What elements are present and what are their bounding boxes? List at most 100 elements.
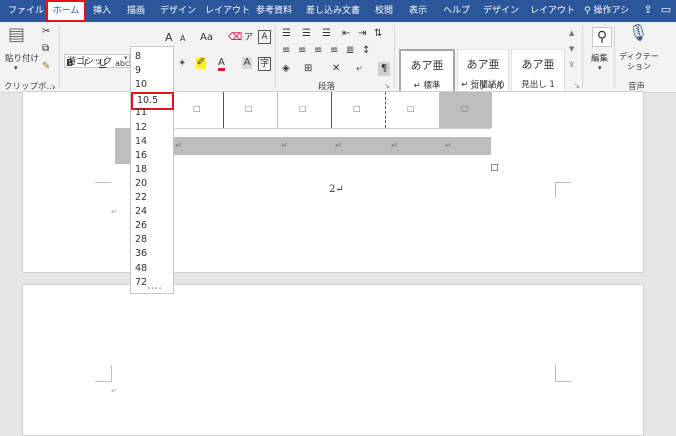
increase-indent-icon[interactable]: ⇥ (358, 27, 366, 41)
document-canvas[interactable]: □ □ □ □ □ □ ↵ ↵ ↵ ↵ ↵ 2↵ ↵ ↵ (0, 91, 676, 436)
tab-review[interactable]: 校閲 (375, 0, 393, 22)
asian-layout-icon[interactable]: ✕ (332, 62, 340, 76)
group-divider (614, 26, 615, 88)
tab-draw[interactable]: 描画 (127, 0, 145, 22)
decrease-indent-icon[interactable]: ⇤ (342, 27, 350, 41)
group-divider (582, 26, 583, 88)
font-size-option[interactable]: 16 (135, 149, 147, 163)
tell-me-search[interactable]: ⚲ 操作アシ (584, 0, 629, 22)
styles-scroll-up-icon[interactable]: ▲ (569, 26, 574, 40)
cell-end-mark-icon: □ (353, 104, 361, 113)
bullets-icon[interactable]: ☰ (282, 27, 291, 41)
paste-button[interactable]: 貼り付け (5, 52, 39, 64)
text-effects-icon[interactable]: ✦ (178, 57, 186, 71)
group-divider (394, 26, 395, 88)
multilevel-list-icon[interactable]: ☰ (322, 27, 331, 41)
underline-button[interactable]: U (99, 57, 106, 71)
style-preview: あア亜 (521, 58, 555, 71)
tab-mailings[interactable]: 差し込み文書 (306, 0, 360, 22)
paste-icon[interactable]: ▤ (8, 26, 25, 44)
font-size-option[interactable]: 12 (135, 121, 147, 135)
justify-icon[interactable]: ≡ (330, 44, 338, 58)
page[interactable]: ↵ (22, 284, 644, 436)
dictate-button[interactable]: ディクテーション (619, 52, 659, 72)
tab-help[interactable]: ヘルプ (443, 0, 470, 22)
highlight-icon[interactable]: ✐ (196, 57, 206, 69)
shading-icon[interactable]: A (242, 57, 252, 69)
borders-icon[interactable]: ⊞ (304, 62, 312, 76)
font-size-option[interactable]: 18 (135, 163, 147, 177)
font-size-option[interactable]: 36 (135, 247, 147, 261)
shrink-font-button[interactable]: A (180, 32, 185, 46)
crop-mark (95, 182, 111, 199)
paragraph-launcher-icon[interactable]: ↘ (384, 82, 390, 90)
font-size-option[interactable]: 26 (135, 219, 147, 233)
italic-button[interactable]: I (84, 57, 87, 71)
bold-button[interactable]: B (66, 57, 74, 71)
style-normal[interactable]: あア亜 ↵ 標準 (399, 49, 455, 95)
menu-bar: ファイル ホーム 挿入 描画 デザイン レイアウト 参考資料 差し込み文書 校閲… (0, 0, 676, 22)
font-size-option[interactable]: 10 (135, 78, 147, 92)
grow-font-button[interactable]: A (165, 31, 173, 45)
show-marks-icon[interactable]: ¶ (378, 62, 390, 76)
align-left-icon[interactable]: ≡ (282, 44, 290, 58)
font-color-icon[interactable]: A (218, 57, 225, 71)
styles-scroll-down-icon[interactable]: ▼ (569, 42, 574, 56)
phonetic-guide-icon[interactable]: ア (244, 31, 253, 45)
tab-insert[interactable]: 挿入 (93, 0, 111, 22)
cut-icon[interactable]: ✂ (42, 25, 50, 39)
character-border-icon[interactable]: A (258, 30, 271, 44)
share-icon[interactable]: ⇪ (642, 4, 654, 16)
page[interactable]: □ □ □ □ □ □ ↵ ↵ ↵ ↵ ↵ 2↵ ↵ (22, 91, 644, 273)
editing-button[interactable]: 編集 (591, 52, 608, 64)
resize-grip-icon[interactable]: ∙∙∙∙ (147, 285, 162, 292)
font-size-option[interactable]: 22 (135, 191, 147, 205)
tab-home[interactable]: ホーム (46, 0, 86, 22)
strikethrough-button[interactable]: abc (115, 57, 129, 71)
styles-more-icon[interactable]: ⊽ (569, 58, 574, 72)
align-right-icon[interactable]: ≡ (314, 44, 322, 58)
paragraph-shading-icon[interactable]: ◈ (282, 62, 290, 76)
font-size-option[interactable]: 11 (135, 106, 147, 120)
tab-file[interactable]: ファイル (8, 0, 44, 22)
copy-icon[interactable]: ⧉ (42, 42, 49, 56)
font-size-option[interactable]: 28 (135, 233, 147, 247)
distributed-icon[interactable]: ≣ (346, 44, 354, 58)
font-size-option[interactable]: 8 (135, 50, 141, 64)
font-size-option[interactable]: 24 (135, 205, 147, 219)
font-size-list[interactable]: 8 9 10 10.5 11 12 14 16 18 20 22 24 26 28 36 48 72 ∙∙∙∙ (130, 46, 174, 294)
tab-view[interactable]: 表示 (409, 0, 427, 22)
microphone-icon[interactable]: 🎙 (628, 25, 648, 41)
align-center-icon[interactable]: ≡ (298, 44, 306, 58)
change-case-button[interactable]: Aa (200, 31, 213, 45)
line-spacing-icon[interactable]: ↕ (362, 44, 370, 58)
font-size-option[interactable]: 14 (135, 135, 147, 149)
line-break-icon[interactable]: ⤶ (356, 62, 362, 76)
font-size-option[interactable]: 9 (135, 64, 141, 78)
tab-design[interactable]: デザイン (160, 0, 196, 22)
chevron-down-icon[interactable]: ▾ (14, 64, 18, 72)
find-icon[interactable]: ⚲ (592, 27, 612, 47)
format-painter-icon[interactable]: ✎ (42, 60, 50, 74)
tab-references[interactable]: 参考資料 (256, 0, 292, 22)
tab-table-layout[interactable]: レイアウト (530, 0, 575, 22)
numbering-icon[interactable]: ☰ (302, 27, 311, 41)
style-name: ↵ 標準 (413, 81, 441, 91)
paragraph-mark-icon: ↵ (111, 387, 117, 395)
clipboard-launcher-icon[interactable]: ↘ (50, 82, 56, 90)
style-heading-1[interactable]: あア亜 見出し 1 (511, 49, 565, 95)
sort-icon[interactable]: ⇅ (374, 27, 382, 41)
comments-icon[interactable]: ▭ (660, 4, 672, 16)
font-size-option[interactable]: 72 (135, 276, 147, 290)
font-size-option[interactable]: 20 (135, 177, 147, 191)
clear-format-icon[interactable]: ⌫ (228, 31, 242, 45)
chevron-down-icon[interactable]: ▾ (598, 64, 602, 72)
table-cell: □ (331, 92, 386, 128)
table-resize-handle[interactable] (491, 164, 498, 171)
cell-end-mark-icon: □ (299, 104, 307, 113)
tab-layout[interactable]: レイアウト (205, 0, 250, 22)
tab-table-design[interactable]: デザイン (483, 0, 519, 22)
font-size-option[interactable]: 48 (135, 262, 147, 276)
styles-launcher-icon[interactable]: ↘ (574, 82, 580, 90)
enclose-character-icon[interactable]: 字 (258, 57, 271, 71)
